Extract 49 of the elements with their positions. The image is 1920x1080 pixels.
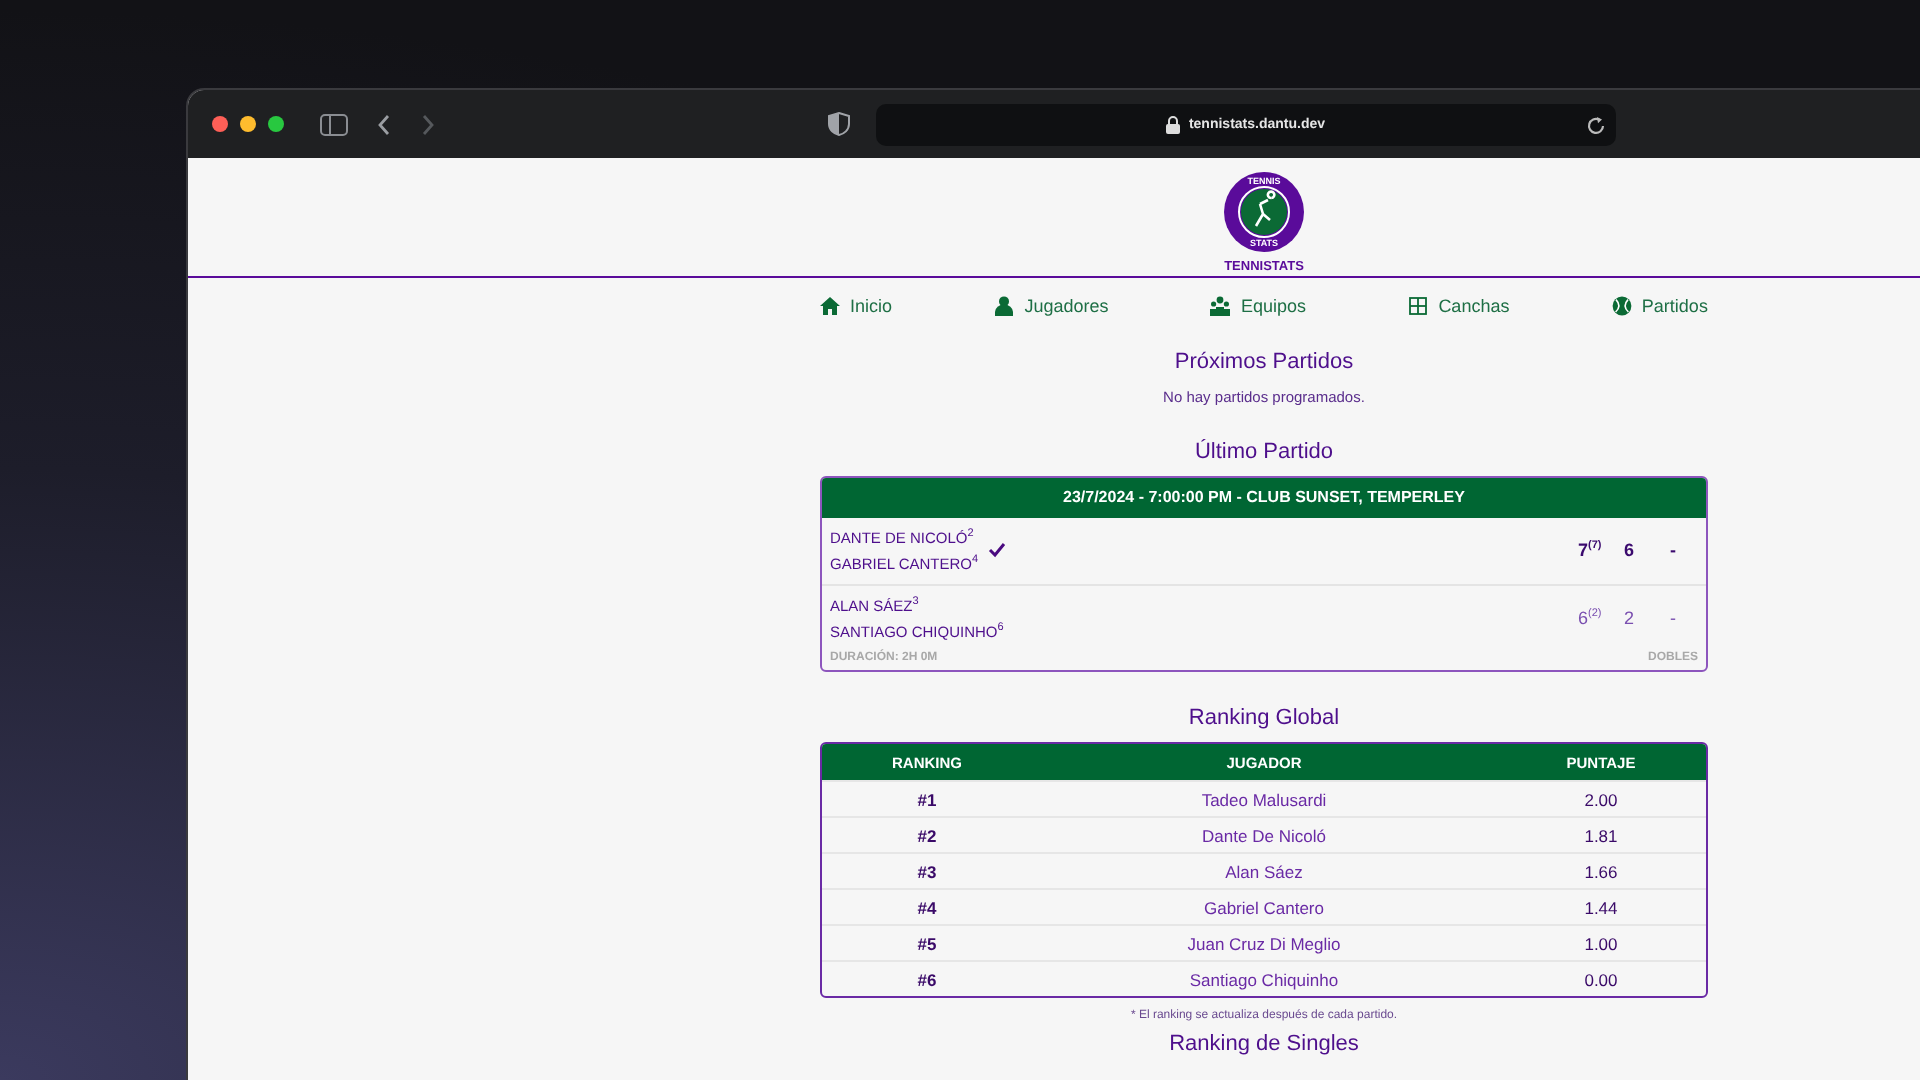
set-score: 6$^{(2)}$ xyxy=(1578,608,1604,628)
check-icon xyxy=(988,542,1007,558)
nav-link[interactable]: Jugadores xyxy=(994,296,1109,316)
table-cell-text: 1.44 xyxy=(1582,897,1620,917)
house-icon xyxy=(820,296,840,316)
table-cell-text: 1.81 xyxy=(1582,825,1620,845)
people-icon xyxy=(1210,296,1231,316)
table-cell-text: #3 xyxy=(915,861,939,881)
table-cell-text: #6 xyxy=(915,969,939,989)
section-title: Último Partido xyxy=(1194,440,1334,464)
table-cell-text: 2.00 xyxy=(1582,789,1620,809)
sidebar-icon[interactable] xyxy=(320,113,348,135)
table-cell-text: Tadeo Malusardi xyxy=(1199,789,1329,809)
table-cell-text: #2 xyxy=(915,825,939,845)
table-cell-text: Juan Cruz Di Meglio xyxy=(1185,933,1343,953)
section-title: Próximos Partidos xyxy=(1174,350,1354,374)
back-icon[interactable] xyxy=(376,113,392,135)
table-cell-text: #1 xyxy=(915,789,939,809)
minimize-icon[interactable] xyxy=(240,116,256,132)
set-score: 7$^{(7)}$ xyxy=(1578,540,1604,560)
table-cell-text: #4 xyxy=(915,897,939,917)
set-score: - xyxy=(1670,608,1678,628)
ball-icon xyxy=(1611,296,1632,316)
nav-link[interactable]: Equipos xyxy=(1210,296,1306,316)
nav-link[interactable]: Inicio xyxy=(820,296,893,316)
table-cell-text: 0.00 xyxy=(1582,969,1620,989)
table-cell-text: #5 xyxy=(915,933,939,953)
nav-link[interactable]: Canchas xyxy=(1408,296,1510,316)
nav-link[interactable]: Partidos xyxy=(1611,296,1708,316)
person-icon xyxy=(994,296,1015,316)
section-title: Ranking de Singles xyxy=(1169,1032,1359,1056)
court-icon xyxy=(1408,296,1429,316)
section-title: Ranking Global xyxy=(1188,706,1340,730)
match-header: 23/7/2024 - 7:00:00 PM - CLUB SUNSET, TEMPERLEY xyxy=(822,478,1706,518)
set-score: - xyxy=(1670,540,1678,560)
set-score: 6 xyxy=(1624,540,1637,560)
table-cell-text: Dante De Nicoló xyxy=(1200,825,1328,845)
forward-icon xyxy=(420,113,436,135)
table-cell-text: Gabriel Cantero xyxy=(1201,897,1326,917)
maximize-icon[interactable] xyxy=(268,116,284,132)
shield-icon[interactable] xyxy=(828,112,850,136)
reload-icon[interactable] xyxy=(1586,115,1606,135)
close-icon[interactable] xyxy=(212,116,228,132)
table-cell-text: Alan Sáez xyxy=(1223,861,1305,881)
table-cell-text: Santiago Chiquinho xyxy=(1187,969,1341,989)
set-score: 2 xyxy=(1624,608,1637,628)
table-cell-text: 1.66 xyxy=(1582,861,1620,881)
table-cell-text: 1.00 xyxy=(1582,933,1620,953)
lock-icon xyxy=(1166,115,1181,133)
